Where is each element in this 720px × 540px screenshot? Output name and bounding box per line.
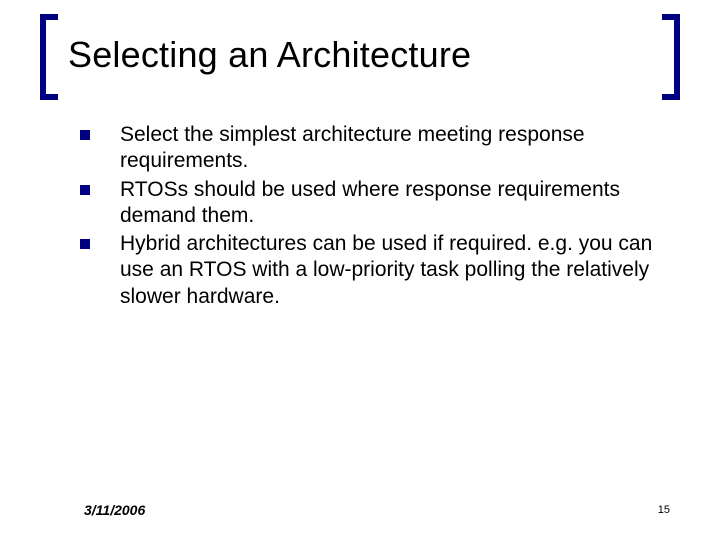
slide-footer: 3/11/2006 15: [0, 498, 720, 518]
square-bullet-icon: [80, 239, 90, 249]
bullet-text: RTOSs should be used where response requ…: [120, 177, 660, 230]
list-item: Hybrid architectures can be used if requ…: [80, 231, 660, 310]
list-item: RTOSs should be used where response requ…: [80, 177, 660, 230]
square-bullet-icon: [80, 130, 90, 140]
title-bar: Selecting an Architecture: [40, 28, 680, 98]
title-bracket-left: [40, 14, 58, 100]
bullet-text: Select the simplest architecture meeting…: [120, 122, 660, 175]
slide-body: Select the simplest architecture meeting…: [80, 122, 660, 312]
footer-date: 3/11/2006: [84, 502, 145, 518]
bullet-text: Hybrid architectures can be used if requ…: [120, 231, 660, 310]
title-bracket-right: [662, 14, 680, 100]
footer-page-number: 15: [658, 504, 670, 516]
slide-title: Selecting an Architecture: [68, 34, 471, 76]
slide: Selecting an Architecture Select the sim…: [0, 0, 720, 540]
list-item: Select the simplest architecture meeting…: [80, 122, 660, 175]
square-bullet-icon: [80, 185, 90, 195]
